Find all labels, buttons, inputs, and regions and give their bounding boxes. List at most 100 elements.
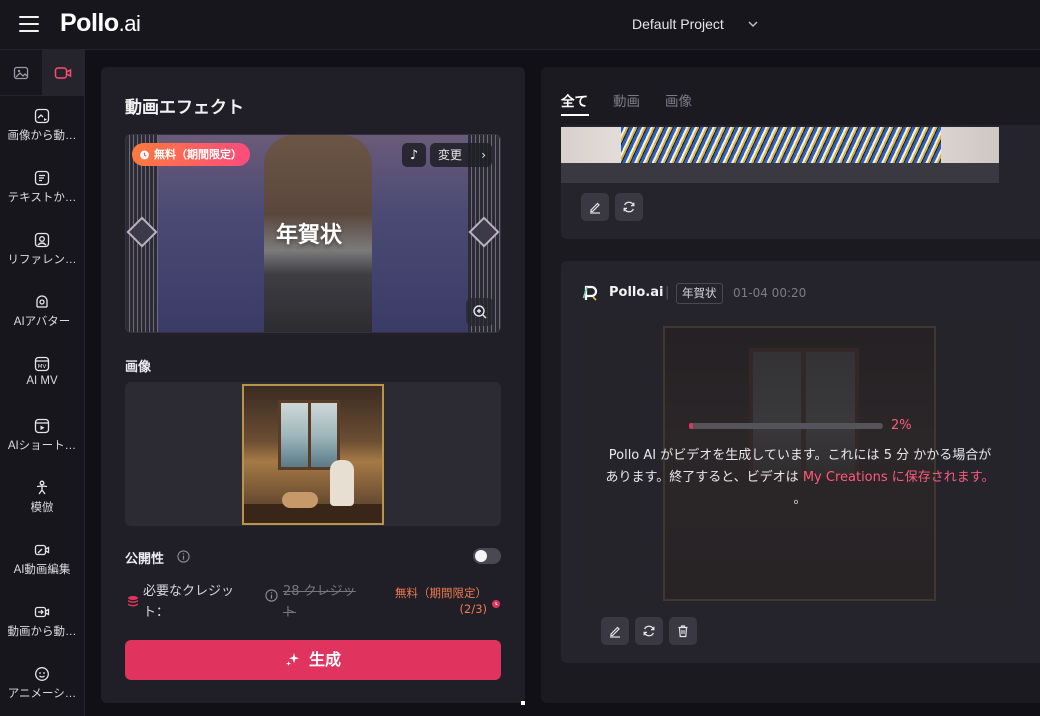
effect-name: 年賀状 (276, 223, 343, 248)
nav-item-label: AIショート… (7, 440, 77, 452)
nav-item-avatar[interactable]: AIアバター (0, 288, 84, 348)
regenerate-button[interactable] (615, 193, 643, 221)
nav-item-mimic[interactable]: 模倣 (0, 474, 84, 534)
tiktok-icon[interactable]: ♪ (402, 143, 426, 167)
tab-video[interactable] (42, 50, 84, 96)
timer-icon (140, 150, 149, 160)
logo-suffix: .ai (118, 11, 141, 36)
reference-icon (34, 232, 50, 248)
visibility-label: 公開性 (125, 552, 165, 567)
header-separator: | (665, 285, 670, 300)
mv-icon: MV (34, 356, 50, 372)
avatar-icon (36, 295, 48, 308)
nav-item-label: アニメーシ… (7, 688, 77, 700)
thumbnail-floor (244, 504, 382, 523)
image-to-video-icon (34, 108, 50, 124)
nav-item-label: 動画から動… (7, 626, 77, 638)
preview-bottom-strip (561, 163, 999, 183)
tab-image[interactable] (0, 50, 42, 96)
nav-item-reference[interactable]: リファレン… (0, 226, 84, 286)
result-card-previous (561, 125, 1040, 239)
nav-item-video-to-video[interactable]: 動画から動… (0, 598, 84, 658)
top-bar: Pollo.ai Default Project (0, 0, 1040, 50)
nav-item-ai-mv[interactable]: MV AI MV (0, 350, 84, 410)
chevron-down-icon (748, 21, 758, 28)
image-icon (13, 66, 29, 80)
credit-row: 必要なクレジット： 28 クレジット 無料（期間限定）(2/3) (125, 581, 501, 625)
credit-original-price: 28 クレジット (283, 584, 356, 620)
text-to-video-icon (34, 170, 50, 186)
nav-item-short-video[interactable]: AIショート… (0, 412, 84, 472)
delete-button[interactable] (669, 617, 697, 645)
results-panel: 全て 動画 画像 Pollo.ai | 年賀状 01-04 00:20 2% P… (541, 67, 1040, 703)
toggle-knob (475, 550, 487, 562)
uploaded-image-thumbnail (242, 384, 384, 525)
result-timestamp: 01-04 00:20 (733, 286, 807, 300)
progress-fill (689, 423, 693, 429)
image-upload-box[interactable] (125, 382, 501, 526)
edit-button[interactable] (581, 193, 609, 221)
preview-tinsel (621, 127, 941, 163)
nav-item-label: 模倣 (30, 502, 54, 514)
active-tab-indicator (561, 114, 589, 116)
video-to-video-icon (34, 606, 50, 618)
logo-text: Pollo (60, 9, 119, 37)
nav-item-label: AI MV (26, 375, 58, 387)
generation-message: Pollo AI がビデオを生成しています。これには 5 分 かかる場合がありま… (603, 445, 997, 511)
edit-button[interactable] (601, 617, 629, 645)
thumbnail-person (330, 460, 354, 506)
menu-icon[interactable] (19, 16, 39, 32)
sparkle-icon (285, 653, 299, 666)
video-edit-icon (34, 544, 50, 556)
change-effect-button[interactable]: 変更 › (430, 143, 492, 167)
credit-label: 必要なクレジット： (143, 584, 235, 620)
results-tabs: 全て 動画 画像 (541, 67, 1040, 117)
info-icon[interactable] (265, 589, 278, 602)
nav-item-label: テキストか… (7, 192, 77, 204)
pollo-logo-icon (582, 285, 598, 301)
regenerate-button[interactable] (635, 617, 663, 645)
nav-item-label: AI動画編集 (13, 564, 71, 576)
nav-item-video-edit[interactable]: AI動画編集 (0, 536, 84, 596)
project-name: Default Project (632, 16, 724, 32)
info-icon[interactable] (177, 550, 190, 563)
video-icon (54, 67, 72, 79)
zoom-in-button[interactable] (466, 298, 494, 326)
nav-item-animation[interactable]: アニメーシ… (0, 660, 84, 716)
timer-icon (492, 600, 500, 608)
short-video-icon (34, 418, 50, 434)
change-label: 変更 (438, 148, 463, 162)
logo[interactable]: Pollo.ai (60, 9, 141, 38)
result-preview-image[interactable] (561, 127, 999, 183)
animation-icon (35, 667, 49, 681)
generation-preview: 2% Pollo AI がビデオを生成しています。これには 5 分 かかる場合が… (581, 320, 1019, 608)
thumbnail-window (278, 400, 340, 470)
my-creations-link[interactable]: My Creations に保存されます。 (803, 470, 995, 485)
generate-label: 生成 (308, 650, 341, 669)
thumbnail-dog (282, 492, 318, 508)
tab-all[interactable]: 全て (561, 90, 588, 110)
scroll-indicator (521, 701, 525, 705)
refresh-icon (643, 625, 655, 637)
nav-item-label: AIアバター (13, 316, 71, 328)
credit-free-label: 無料（期間限定）(2/3) (395, 586, 487, 616)
image-section-label: 画像 (125, 360, 152, 375)
free-badge: 無料（期間限定） (132, 143, 250, 166)
tab-video[interactable]: 動画 (613, 90, 640, 110)
generate-button[interactable]: 生成 (125, 640, 501, 680)
nav-item-text-to-video[interactable]: テキストか… (0, 164, 84, 224)
progress-bar (689, 423, 883, 429)
svg-text:MV: MV (38, 364, 47, 370)
free-badge-label: 無料（期間限定） (154, 148, 242, 161)
effect-preview-card[interactable]: 無料（期間限定） ♪ 変更 › 年賀状 (125, 134, 501, 333)
visibility-toggle[interactable] (473, 548, 501, 564)
video-effect-panel: 動画エフェクト 無料（期間限定） ♪ 変更 › 年賀状 画像 公開性 必要なクレ… (101, 67, 525, 703)
project-selector[interactable]: Default Project (632, 16, 758, 32)
tab-image[interactable]: 画像 (665, 90, 692, 110)
panel-title: 動画エフェクト (125, 98, 244, 118)
nav-item-image-to-video[interactable]: 画像から動… (0, 102, 84, 162)
edit-icon (610, 626, 620, 638)
result-brand: Pollo.ai (609, 285, 664, 300)
trash-icon (678, 625, 688, 638)
mimic-icon (36, 480, 48, 495)
